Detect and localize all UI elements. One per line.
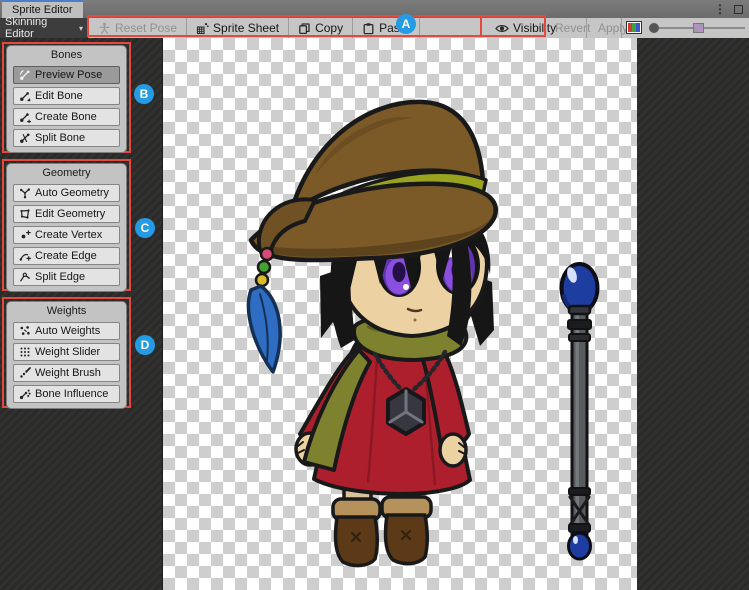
button-label: Weight Brush xyxy=(35,367,101,379)
weight-brush-icon xyxy=(19,367,31,379)
button-label: Auto Weights xyxy=(35,325,100,337)
edit-geometry-icon xyxy=(19,208,31,220)
annotation-badge-b: B xyxy=(134,84,154,104)
create-bone-icon xyxy=(19,111,31,123)
paste-icon xyxy=(362,22,375,35)
bead-green xyxy=(258,261,270,273)
witch-hat xyxy=(251,102,496,260)
annotation-badge-a: A xyxy=(396,14,416,34)
bead-yellow xyxy=(256,274,268,286)
bone-influence-button[interactable]: Bone Influence xyxy=(13,385,120,403)
geometry-panel: Geometry Auto Geometry Edit Geometry Cre… xyxy=(6,163,127,292)
panel-title: Weights xyxy=(13,304,120,319)
create-vertex-button[interactable]: Create Vertex xyxy=(13,226,120,244)
tab-bar: Sprite Editor ⋮ xyxy=(0,0,749,18)
editor-mode-label: Skinning Editor xyxy=(5,16,75,40)
annotation-badge-d: D xyxy=(135,335,155,355)
button-label: Edit Bone xyxy=(35,90,83,102)
button-label: Apply xyxy=(598,21,628,35)
staff-sprite xyxy=(562,264,598,559)
badge-label: B xyxy=(140,87,149,101)
feather xyxy=(248,286,280,372)
button-label: Create Bone xyxy=(35,111,97,123)
edit-geometry-button[interactable]: Edit Geometry xyxy=(13,205,120,223)
preview-pose-button[interactable]: Preview Pose xyxy=(13,66,120,84)
reset-pose-icon xyxy=(98,22,111,35)
texture-mip-icon xyxy=(693,23,704,33)
weight-brush-button[interactable]: Weight Brush xyxy=(13,364,120,382)
restore-window-icon[interactable] xyxy=(734,5,743,14)
auto-geometry-button[interactable]: Auto Geometry xyxy=(13,184,120,202)
kebab-menu-icon[interactable]: ⋮ xyxy=(714,0,726,18)
split-edge-button[interactable]: Split Edge xyxy=(13,268,120,286)
weights-panel: Weights Auto Weights Weight Slider Weigh… xyxy=(6,301,127,409)
button-label: Sprite Sheet xyxy=(213,21,279,35)
button-label: Create Edge xyxy=(35,250,97,262)
button-label: Weight Slider xyxy=(35,346,100,358)
edit-bone-button[interactable]: Edit Bone xyxy=(13,87,120,105)
button-label: Reset Pose xyxy=(115,21,177,35)
annotation-badge-c: C xyxy=(135,218,155,238)
auto-weights-icon xyxy=(19,325,31,337)
character-sprite xyxy=(248,102,495,566)
eye-icon xyxy=(495,23,509,34)
button-label: Copy xyxy=(315,21,343,35)
create-edge-button[interactable]: Create Edge xyxy=(13,247,120,265)
preview-pose-icon xyxy=(19,69,31,81)
skinning-toolbar: Skinning Editor ▾ Reset Pose Sprite Shee… xyxy=(0,18,749,38)
badge-label: D xyxy=(141,338,150,352)
auto-weights-button[interactable]: Auto Weights xyxy=(13,322,120,340)
reset-pose-button[interactable]: Reset Pose xyxy=(89,18,186,38)
sprite-editor-window: Sprite Editor ⋮ Skinning Editor ▾ Reset … xyxy=(0,0,749,590)
split-bone-button[interactable]: Split Bone xyxy=(13,129,120,147)
weight-slider-icon xyxy=(19,346,31,358)
sprite-canvas[interactable] xyxy=(162,38,637,590)
tab-label: Sprite Editor xyxy=(12,4,73,16)
editor-main-area: B C D Bones Preview Pose Edit Bone Creat… xyxy=(0,38,749,590)
badge-label: C xyxy=(141,221,150,235)
split-bone-icon xyxy=(19,132,31,144)
chevron-down-icon: ▾ xyxy=(79,24,83,33)
badge-label: A xyxy=(402,17,411,31)
create-edge-icon xyxy=(19,250,31,262)
bones-panel: Bones Preview Pose Edit Bone Create Bone… xyxy=(6,45,127,153)
rgb-swatch-icon[interactable] xyxy=(626,21,642,34)
split-edge-icon xyxy=(19,271,31,283)
sprite-sheet-icon xyxy=(196,22,209,35)
window-controls: ⋮ xyxy=(714,0,743,18)
boot-right xyxy=(385,515,427,564)
panel-title: Geometry xyxy=(13,166,120,181)
create-bone-button[interactable]: Create Bone xyxy=(13,108,120,126)
create-vertex-icon xyxy=(19,229,31,241)
toolbar-separator xyxy=(621,18,622,38)
button-label: Preview Pose xyxy=(35,69,102,81)
boot-left xyxy=(335,517,377,566)
edit-bone-icon xyxy=(19,90,31,102)
button-label: Edit Geometry xyxy=(35,208,105,220)
bone-influence-icon xyxy=(19,388,31,400)
button-label: Auto Geometry xyxy=(35,187,109,199)
editor-mode-dropdown[interactable]: Skinning Editor ▾ xyxy=(0,18,88,38)
copy-button[interactable]: Copy xyxy=(289,18,352,38)
button-label: Split Bone xyxy=(35,132,85,144)
button-label: Create Vertex xyxy=(35,229,102,241)
toolbar-separator xyxy=(419,18,420,38)
button-label: Bone Influence xyxy=(35,388,108,400)
bead-pink xyxy=(261,248,273,260)
sprite-sheet-button[interactable]: Sprite Sheet xyxy=(187,18,288,38)
button-label: Split Edge xyxy=(35,271,85,283)
weight-slider-button[interactable]: Weight Slider xyxy=(13,343,120,361)
panel-title: Bones xyxy=(13,48,120,63)
sprite-artwork xyxy=(163,38,638,590)
copy-icon xyxy=(298,22,311,35)
toolbar-buttons: Reset Pose Sprite Sheet Copy Paste xyxy=(88,18,420,38)
zoom-slider-handle[interactable] xyxy=(649,23,659,33)
toolbar-separator xyxy=(586,18,587,38)
auto-geometry-icon xyxy=(19,187,31,199)
